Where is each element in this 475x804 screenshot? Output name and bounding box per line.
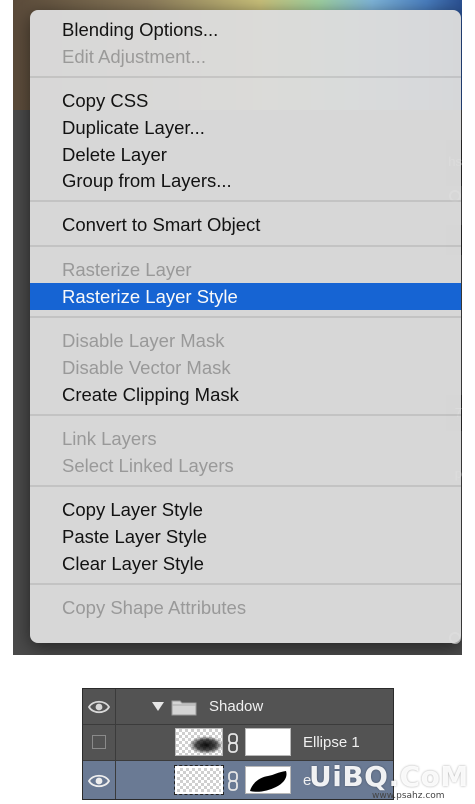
visibility-toggle[interactable] (92, 735, 106, 749)
layer-name: Ellipse 1 (303, 734, 360, 751)
layer-thumbnail (174, 765, 224, 795)
watermark-url: www.psahz.com (372, 791, 445, 801)
layer-mask-thumbnail (245, 766, 291, 794)
link-chain-icon[interactable] (227, 733, 239, 753)
menu-item-clear-layer-style[interactable]: Clear Layer Style (30, 550, 461, 577)
menu-item-copy-css[interactable]: Copy CSS (30, 87, 461, 114)
menu-item-rasterize-layer: Rasterize Layer (62, 259, 192, 280)
menu-separator (30, 583, 461, 585)
menu-separator (30, 76, 461, 78)
link-chain-icon[interactable] (227, 771, 239, 791)
menu-item-disable-layer-mask: Disable Layer Mask (62, 330, 225, 351)
menu-item-copy-shape-attributes: Copy Shape Attributes (62, 597, 247, 618)
menu-separator (30, 414, 461, 416)
menu-item-blending-options[interactable]: Blending Options... (30, 16, 461, 43)
layer-thumbnail (175, 728, 223, 756)
folder-icon (171, 700, 197, 716)
photoshop-screenshot: hs 7 p Blending Options... Edit Adjustme… (13, 0, 462, 655)
menu-item-disable-vector-mask: Disable Vector Mask (62, 357, 231, 378)
menu-item-duplicate-layer[interactable]: Duplicate Layer... (30, 114, 461, 141)
menu-item-create-clipping-mask[interactable]: Create Clipping Mask (30, 381, 461, 408)
menu-item-edit-adjustment: Edit Adjustment... (62, 46, 206, 67)
menu-item-convert-smart-object[interactable]: Convert to Smart Object (30, 211, 461, 238)
menu-item-rasterize-layer-style[interactable]: Rasterize Layer Style (30, 283, 461, 310)
layer-mask-thumbnail (245, 728, 291, 756)
column-divider (115, 689, 116, 725)
layer-context-menu: Blending Options... Edit Adjustment... C… (30, 10, 461, 643)
menu-item-group-from-layers[interactable]: Group from Layers... (30, 167, 461, 194)
layer-name: Shadow (209, 698, 264, 715)
menu-separator (30, 245, 461, 247)
menu-item-copy-layer-style[interactable]: Copy Layer Style (30, 496, 461, 523)
menu-separator (30, 200, 461, 202)
menu-item-paste-layer-style[interactable]: Paste Layer Style (30, 523, 461, 550)
menu-item-select-linked-layers: Select Linked Layers (62, 455, 234, 476)
column-divider (115, 725, 116, 761)
eye-icon[interactable] (87, 695, 111, 719)
eye-icon[interactable] (87, 769, 111, 793)
layer-row[interactable]: Ellipse 1 (83, 725, 393, 761)
layer-group-row[interactable]: Shadow (83, 689, 393, 725)
menu-separator (30, 485, 461, 487)
disclosure-triangle-icon[interactable] (152, 702, 164, 711)
menu-item-delete-layer[interactable]: Delete Layer (30, 141, 461, 168)
menu-item-link-layers: Link Layers (62, 428, 157, 449)
menu-separator (30, 316, 461, 318)
column-divider (115, 761, 116, 799)
watermark-logo: UiBQ.CoM (309, 760, 469, 793)
